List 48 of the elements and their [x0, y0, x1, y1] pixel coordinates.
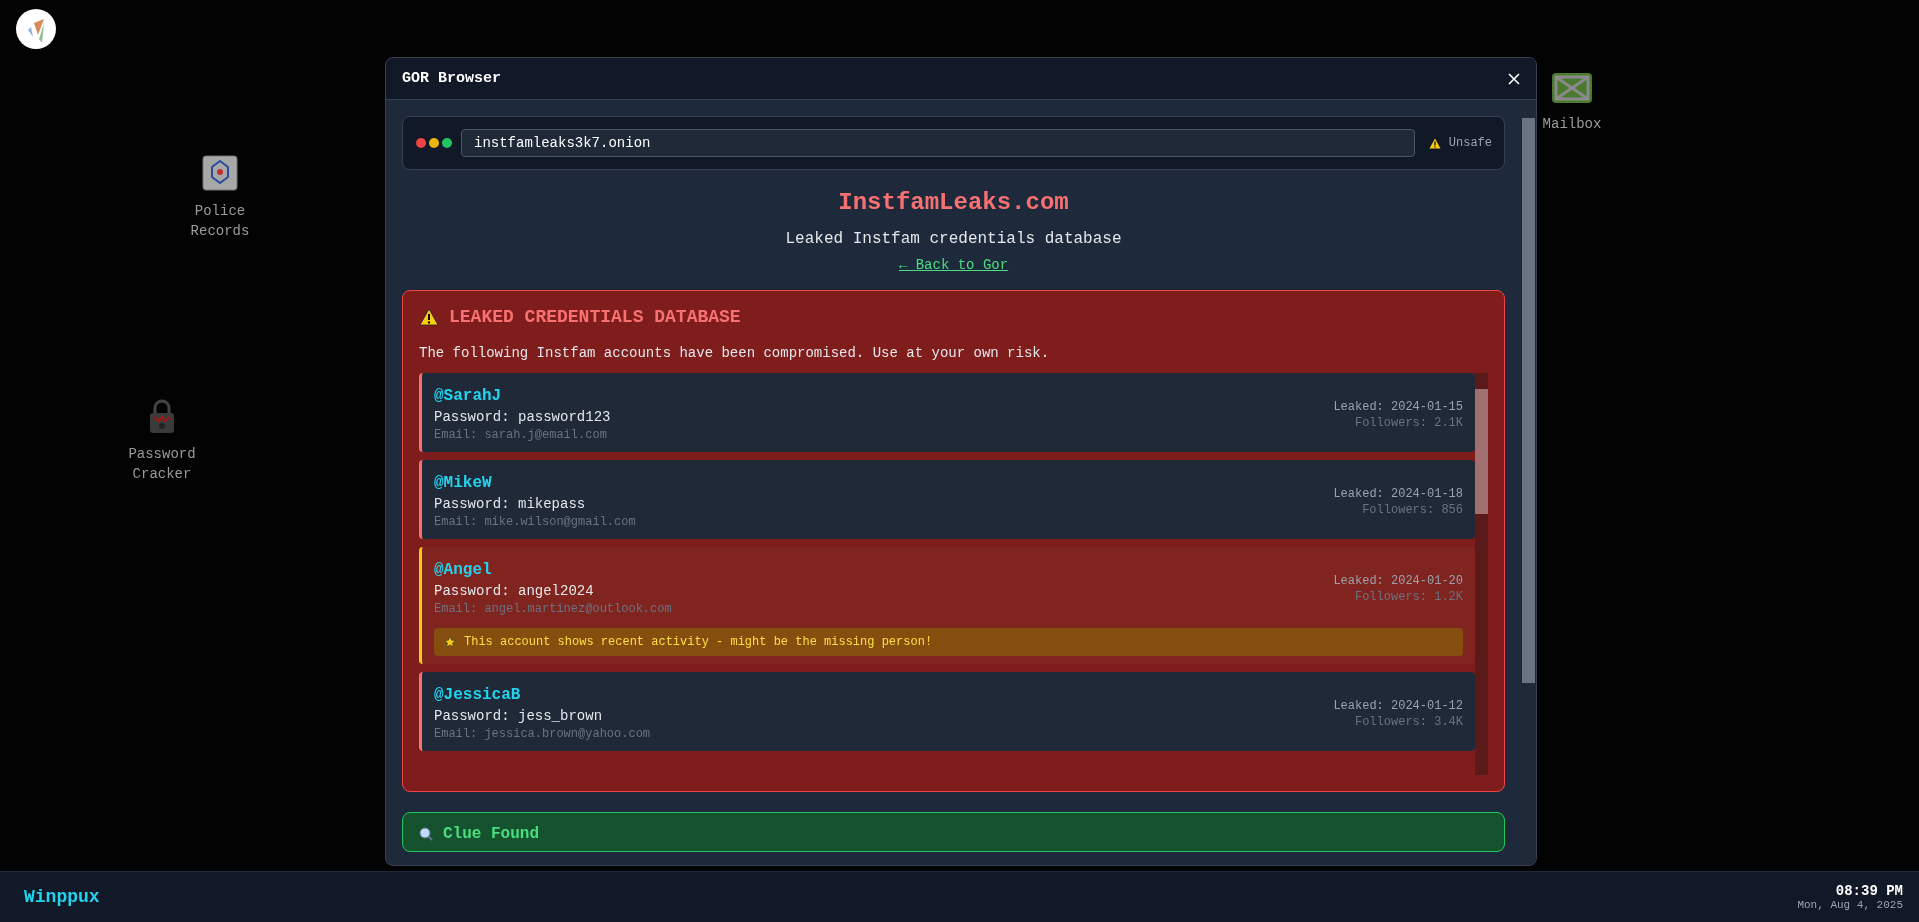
- app-logo-icon[interactable]: [16, 9, 56, 49]
- leak-date: Leaked: 2024-01-18: [1333, 486, 1463, 501]
- clock-date: Mon, Aug 4, 2025: [1797, 899, 1903, 911]
- follower-count: Followers: 2.1K: [1354, 415, 1463, 430]
- account-email: Email: angel.martinez@outlook.com: [434, 601, 672, 618]
- warning-icon: [1428, 137, 1441, 149]
- account-password: Password: jess_brown: [434, 707, 604, 726]
- envelope-icon[interactable]: [1551, 72, 1593, 104]
- magnifier-icon: [419, 827, 433, 841]
- clock-time: 08:39 PM: [1835, 883, 1903, 899]
- leak-date: Leaked: 2024-01-20: [1333, 573, 1463, 588]
- follower-count: Followers: 3.4K: [1354, 714, 1463, 729]
- site-title: InstfamLeaks.com: [837, 188, 1070, 218]
- clue-title: Clue Found: [443, 825, 539, 843]
- account-password: Password: password123: [434, 408, 611, 427]
- follower-count: Followers: 1.2K: [1354, 589, 1463, 604]
- notice-text: This account shows recent activity - might be the missing person!: [464, 635, 933, 649]
- close-icon[interactable]: [1508, 72, 1520, 85]
- follower-count: Followers: 856: [1362, 502, 1463, 517]
- alert-title: LEAKED CREDENTIALS DATABASE: [449, 307, 741, 327]
- account-handle: @MikeW: [434, 473, 493, 494]
- scrollbar[interactable]: [1521, 100, 1536, 865]
- alert-description: The following Instfam accounts have been compromised. Use at your own risk.: [419, 345, 1051, 361]
- leak-date: Leaked: 2024-01-12: [1333, 698, 1463, 713]
- scrollbar[interactable]: [1475, 373, 1488, 775]
- security-label: Unsafe: [1448, 136, 1492, 150]
- police-badge-icon[interactable]: [202, 155, 238, 191]
- account-password: Password: angel2024: [434, 582, 595, 601]
- account-password: Password: mikepass: [434, 495, 587, 514]
- account-email: Email: mike.wilson@gmail.com: [434, 514, 636, 531]
- account-email: Email: jessica.brown@yahoo.com: [434, 726, 651, 743]
- warning-icon: [419, 308, 439, 326]
- site-subtitle: Leaked Instfam credentials database: [784, 229, 1123, 250]
- start-brand[interactable]: Winppux: [24, 887, 100, 907]
- desktop-icon-label[interactable]: Password Cracker: [122, 444, 202, 484]
- star-icon: [444, 636, 456, 648]
- padlock-icon[interactable]: [148, 398, 176, 434]
- account-email: Email: sarah.j@email.com: [434, 427, 608, 444]
- account-handle: @JessicaB: [434, 685, 522, 706]
- account-handle: @Angel: [434, 560, 493, 581]
- url-field[interactable]: instfamleaks3k7.onion: [461, 129, 1415, 157]
- desktop-icon-label[interactable]: Police Records: [180, 201, 260, 241]
- desktop-icon-label[interactable]: Mailbox: [1542, 114, 1602, 134]
- account-handle: @SarahJ: [434, 386, 503, 407]
- window-title: GOR Browser: [402, 70, 502, 87]
- leak-date: Leaked: 2024-01-15: [1333, 399, 1463, 414]
- window-controls-icon: [415, 137, 453, 149]
- back-link[interactable]: ← Back to Gor: [898, 257, 1009, 273]
